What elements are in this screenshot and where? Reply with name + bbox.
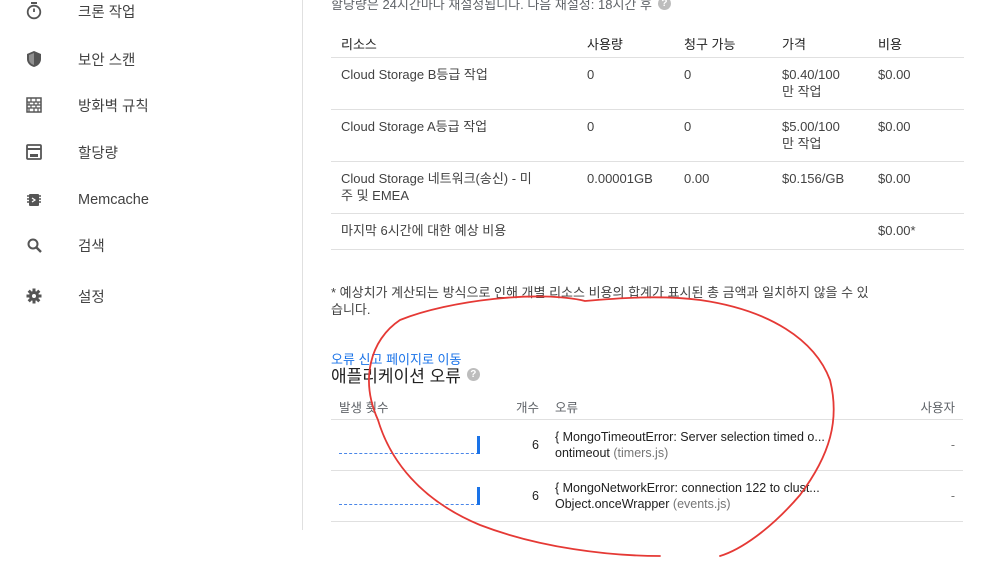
quota-icon <box>25 143 43 161</box>
quota-reset-note: 할당량은 24시간마다 재설정됩니다. 다음 재설정: 18시간 후 ? <box>331 0 671 13</box>
price-line-1: $5.00/100 <box>782 119 840 134</box>
column-header-error: 오류 <box>547 393 887 420</box>
table-row: Cloud Storage A등급 작업 0 0 $5.00/100 만 작업 $… <box>331 109 964 162</box>
section-title-text: 애플리케이션 오류 <box>331 367 461 386</box>
error-cell: { MongoNetworkError: connection 122 to c… <box>547 470 887 522</box>
sidebar-item-memcache[interactable]: Memcache <box>0 180 302 220</box>
occurrence-sparkline <box>331 419 499 471</box>
clock-icon <box>25 2 43 20</box>
cell-price: $0.156/GB <box>772 161 868 214</box>
error-message: { MongoNetworkError: connection 122 to c… <box>555 481 820 495</box>
price-line-2: 만 작업 <box>782 136 822 151</box>
column-header-resource: 리소스 <box>331 30 577 58</box>
cell-billable: 0.00 <box>674 161 772 214</box>
error-function: Object.onceWrapper <box>555 497 670 511</box>
search-icon <box>25 236 43 254</box>
table-header-row: 발생 횟수 개수 오류 사용자 <box>331 393 963 420</box>
cell-billable: 0 <box>674 57 772 110</box>
sidebar-item-label: 할당량 <box>78 145 119 162</box>
estimate-value: $0.00* <box>868 213 964 250</box>
price-line-2: 만 작업 <box>782 84 822 99</box>
error-users: - <box>887 470 963 522</box>
occurrence-sparkline <box>331 470 499 522</box>
sidebar-item-label: 검색 <box>78 238 105 255</box>
column-header-users: 사용자 <box>887 393 963 420</box>
estimate-row: 마지막 6시간에 대한 예상 비용 $0.00* <box>331 213 964 250</box>
cell-resource: Cloud Storage 네트워크(송신) - 미주 및 EMEA <box>331 161 577 214</box>
column-header-usage: 사용량 <box>577 30 674 58</box>
error-source: ontimeout (timers.js) <box>555 446 879 460</box>
estimate-footnote: * 예상치가 계산되는 방식으로 인해 개별 리소스 비용의 합계가 표시된 총… <box>331 285 869 317</box>
app-errors-title: 애플리케이션 오류 ? <box>331 362 480 387</box>
cell-price: $5.00/100 만 작업 <box>772 109 868 162</box>
resource-line-1: Cloud Storage 네트워크(송신) - 미 <box>341 171 532 186</box>
table-row: Cloud Storage 네트워크(송신) - 미주 및 EMEA 0.000… <box>331 161 964 214</box>
error-function: ontimeout <box>555 446 610 460</box>
sidebar-item-search[interactable]: 검색 <box>0 225 302 265</box>
sidebar-item-quota[interactable]: 할당량 <box>0 132 302 172</box>
resource-line-2: 주 및 EMEA <box>341 188 409 203</box>
sidebar-item-label: Memcache <box>78 192 149 208</box>
cell-cost: $0.00 <box>868 161 964 214</box>
help-icon[interactable]: ? <box>466 368 480 381</box>
gear-icon <box>25 287 43 305</box>
error-cell: { MongoTimeoutError: Server selection ti… <box>547 419 887 471</box>
cell-usage: 0 <box>577 57 674 110</box>
shield-icon <box>25 50 43 68</box>
sidebar-item-label: 방화벽 규칙 <box>78 98 149 115</box>
sidebar-item-label: 크론 작업 <box>78 4 136 21</box>
cell-usage: 0.00001GB <box>577 161 674 214</box>
sidebar: 크론 작업 보안 스캔 방화벽 규칙 할당량 Memcache 검색 설정 <box>0 0 303 530</box>
cell-resource: Cloud Storage A등급 작업 <box>331 109 577 162</box>
cell-usage: 0 <box>577 109 674 162</box>
errors-table: 발생 횟수 개수 오류 사용자 6 { MongoTimeoutError: S… <box>331 393 963 522</box>
cell-cost: $0.00 <box>868 109 964 162</box>
price-line-1: $0.40/100 <box>782 67 840 82</box>
help-icon[interactable]: ? <box>657 0 671 10</box>
error-file: (timers.js) <box>613 446 669 460</box>
firewall-icon <box>25 96 43 114</box>
column-header-count: 개수 <box>499 393 547 420</box>
error-users: - <box>887 419 963 471</box>
sidebar-item-label: 보안 스캔 <box>78 52 136 69</box>
column-header-cost: 비용 <box>868 30 964 58</box>
error-count: 6 <box>499 419 547 471</box>
error-file: (events.js) <box>672 497 731 511</box>
error-count: 6 <box>499 470 547 522</box>
sidebar-item-security-scan[interactable]: 보안 스캔 <box>0 39 302 79</box>
sidebar-item-settings[interactable]: 설정 <box>0 276 302 316</box>
cell-billable: 0 <box>674 109 772 162</box>
table-header-row: 리소스 사용량 청구 가능 가격 비용 <box>331 30 964 58</box>
sidebar-item-label: 설정 <box>78 289 105 306</box>
column-header-billable: 청구 가능 <box>674 30 772 58</box>
quota-reset-text: 할당량은 24시간마다 재설정됩니다. 다음 재설정: 18시간 후 <box>331 0 652 12</box>
cell-price: $0.40/100 만 작업 <box>772 57 868 110</box>
table-row: Cloud Storage B등급 작업 0 0 $0.40/100 만 작업 $… <box>331 57 964 110</box>
sidebar-item-firewall[interactable]: 방화벽 규칙 <box>0 85 302 125</box>
memcache-icon <box>25 191 43 209</box>
error-source: Object.onceWrapper (events.js) <box>555 497 879 511</box>
error-row[interactable]: 6 { MongoNetworkError: connection 122 to… <box>331 470 963 522</box>
estimate-label: 마지막 6시간에 대한 예상 비용 <box>331 213 868 250</box>
cell-cost: $0.00 <box>868 57 964 110</box>
sidebar-item-cron[interactable]: 크론 작업 <box>0 0 302 31</box>
column-header-price: 가격 <box>772 30 868 58</box>
billing-table: 리소스 사용량 청구 가능 가격 비용 Cloud Storage B등급 작업… <box>331 30 964 250</box>
error-row[interactable]: 6 { MongoTimeoutError: Server selection … <box>331 419 963 471</box>
column-header-occurrences: 발생 횟수 <box>331 393 499 420</box>
cell-resource: Cloud Storage B등급 작업 <box>331 57 577 110</box>
error-message: { MongoTimeoutError: Server selection ti… <box>555 430 825 444</box>
